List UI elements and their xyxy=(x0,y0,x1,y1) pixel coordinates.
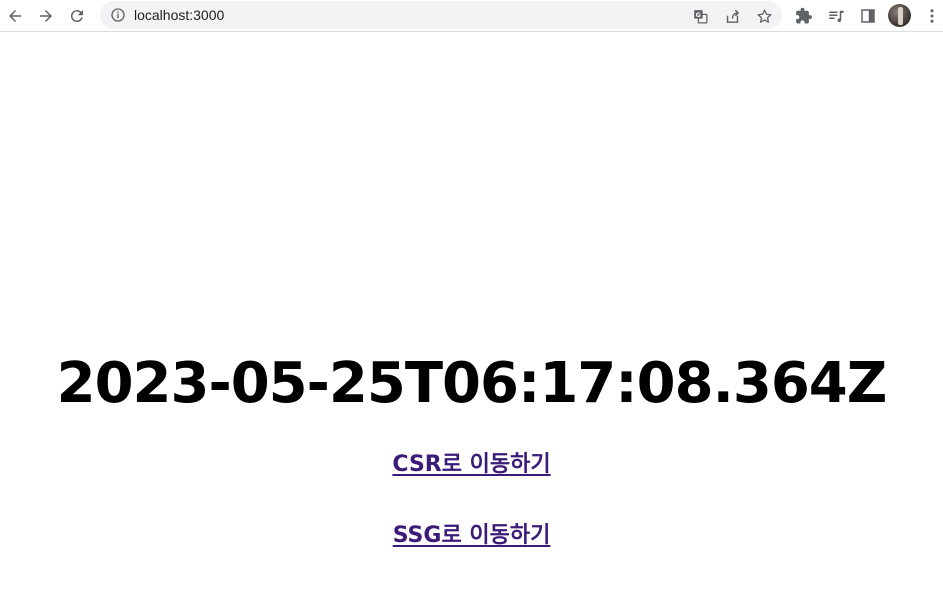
page-content: 2023-05-25T06:17:08.364Z CSR로 이동하기 SSG로 … xyxy=(0,33,943,613)
info-icon[interactable] xyxy=(109,6,127,24)
ssg-link-container: SSG로 이동하기 xyxy=(0,522,943,550)
media-queue-icon[interactable] xyxy=(824,4,848,28)
side-panel-icon[interactable] xyxy=(856,4,880,28)
ssg-link[interactable]: SSG로 이동하기 xyxy=(393,523,551,548)
browser-toolbar: localhost:3000 G xyxy=(0,0,943,32)
csr-link[interactable]: CSR로 이동하기 xyxy=(392,452,550,477)
translate-icon[interactable]: G xyxy=(689,5,711,27)
kebab-menu-icon[interactable] xyxy=(920,4,943,28)
url-text[interactable]: localhost:3000 xyxy=(134,6,224,24)
puzzle-icon[interactable] xyxy=(792,4,816,28)
address-bar[interactable]: localhost:3000 G xyxy=(100,1,782,29)
share-icon[interactable] xyxy=(721,5,743,27)
back-arrow-icon[interactable] xyxy=(3,4,27,28)
reload-icon[interactable] xyxy=(65,4,89,28)
svg-text:G: G xyxy=(695,11,700,19)
timestamp-heading: 2023-05-25T06:17:08.364Z xyxy=(56,351,888,416)
forward-arrow-icon[interactable] xyxy=(34,4,58,28)
star-icon[interactable] xyxy=(753,5,775,27)
avatar[interactable] xyxy=(888,4,911,27)
csr-link-container: CSR로 이동하기 xyxy=(0,451,943,479)
